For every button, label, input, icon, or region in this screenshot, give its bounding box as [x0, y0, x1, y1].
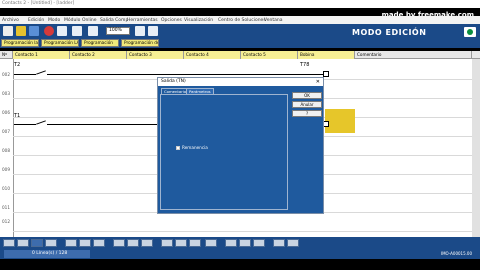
row-number: 009: [2, 167, 10, 172]
menu-visualizacion[interactable]: Visualización: [184, 18, 213, 23]
row-number: 008: [2, 148, 10, 153]
mode-label: MODO EDICIÓN: [352, 28, 427, 37]
message-icon[interactable]: [175, 239, 187, 247]
zoom-select[interactable]: 100%: [106, 27, 130, 35]
row-number: 002: [2, 72, 10, 77]
zoom-in-icon[interactable]: [135, 26, 145, 36]
row-number: 010: [2, 186, 10, 191]
dialog-panel: Remanencia: [160, 94, 288, 210]
contact-symbol[interactable]: [36, 70, 46, 75]
tab-programacion-red[interactable]: Programación de red: [121, 39, 159, 47]
bit-icon[interactable]: [225, 239, 237, 247]
io-icon[interactable]: [3, 239, 15, 247]
row-number: 011: [2, 205, 10, 210]
app-logo-icon: [464, 27, 476, 37]
menu-edicion[interactable]: Edición: [28, 18, 44, 23]
save-icon[interactable]: [29, 26, 39, 36]
dialog-title-bar: Salida (TN) ✕: [158, 78, 323, 86]
contact-label: T1: [14, 113, 21, 119]
contact-symbol[interactable]: [36, 120, 46, 125]
menu-archivo[interactable]: Archivo: [2, 18, 19, 23]
rung-wire: [14, 124, 36, 125]
tab-programacion-ladd[interactable]: Programación ladd: [1, 39, 39, 47]
power-rail: [13, 59, 14, 237]
record-icon[interactable]: [44, 26, 54, 36]
key-icon[interactable]: [253, 239, 265, 247]
menu-bar: Archivo Edición Modo Módulo Online Salid…: [0, 16, 480, 24]
status-toolbar: [0, 237, 480, 249]
pwm-icon[interactable]: [127, 239, 139, 247]
col-contacto-1: Contacto 1: [13, 51, 70, 59]
compare-icon[interactable]: [79, 239, 91, 247]
col-contacto-2: Contacto 2: [70, 51, 127, 59]
bottom-status-bar: 0 Línea(s) / 128 IMO-A00015.00: [0, 249, 480, 259]
close-icon[interactable]: ✕: [316, 78, 320, 86]
menu-ventana[interactable]: Ventana: [264, 18, 282, 23]
run-icon[interactable]: [57, 26, 67, 36]
open-icon[interactable]: [16, 26, 26, 36]
col-contacto-3: Contacto 3: [127, 51, 184, 59]
shift-icon[interactable]: [205, 239, 217, 247]
check-icon[interactable]: [72, 26, 82, 36]
new-icon[interactable]: [3, 26, 13, 36]
col-contacto-4: Contacto 4: [184, 51, 241, 59]
output-dialog: Salida (TN) ✕ Comentario Parámetros Rema…: [157, 77, 324, 214]
col-numero: Nº: [0, 51, 13, 59]
ok-button[interactable]: OK: [292, 92, 322, 99]
col-bobina: Bobina: [298, 51, 355, 59]
row-number: 012: [2, 219, 10, 224]
zoom-out-icon[interactable]: [148, 26, 158, 36]
rung-wire: [14, 74, 36, 75]
column-header: Nº Contacto 1 Contacto 2 Contacto 3 Cont…: [0, 51, 480, 59]
cancel-button[interactable]: Anular: [292, 101, 322, 108]
line-count: 0 Línea(s) / 128: [4, 250, 90, 258]
menu-modo[interactable]: Modo: [48, 18, 60, 23]
contact-icon[interactable]: [17, 239, 29, 247]
display-icon[interactable]: [93, 239, 105, 247]
menu-centro-soluciones[interactable]: Centro de Soluciones: [218, 18, 266, 23]
col-contacto-5: Contacto 5: [241, 51, 298, 59]
menu-herramientas[interactable]: Herramientas: [127, 18, 158, 23]
remanencia-label: Remanencia: [182, 145, 208, 150]
rung-wire: [47, 74, 323, 75]
row-number: 007: [2, 129, 10, 134]
row-number: 006: [2, 110, 10, 115]
letterbox: [0, 259, 480, 270]
menu-salida-comp[interactable]: Salida Comp: [100, 18, 128, 23]
clock-icon[interactable]: [113, 239, 125, 247]
menu-online[interactable]: Online: [82, 18, 97, 23]
device-ref: IMO-A00015.00: [440, 251, 472, 256]
window-title-bar: Contacts 2 - [Untitled] - [ladder]: [0, 0, 480, 8]
dialog-title: Salida (TN): [161, 79, 186, 84]
row-number: 003: [2, 91, 10, 96]
input-icon[interactable]: [273, 239, 285, 247]
program-tabs: Programación ladd Programación LADDER Pr…: [0, 38, 480, 48]
network-icon[interactable]: [161, 239, 173, 247]
selected-cell[interactable]: [325, 109, 355, 133]
help-button[interactable]: ?: [292, 110, 322, 117]
word-icon[interactable]: [239, 239, 251, 247]
menu-modulo[interactable]: Módulo: [64, 18, 80, 23]
math-icon[interactable]: [189, 239, 201, 247]
remanencia-checkbox[interactable]: [176, 146, 180, 150]
counter-icon[interactable]: [65, 239, 77, 247]
col-comentario: Comentario: [355, 51, 472, 59]
output-icon[interactable]: [287, 239, 299, 247]
coil-icon[interactable]: [31, 239, 43, 247]
window-title: Contacts 2 - [Untitled] - [ladder]: [2, 1, 75, 6]
tab-programacion[interactable]: Programación: [81, 39, 119, 47]
analog-icon[interactable]: [141, 239, 153, 247]
contact-label: T2: [14, 62, 21, 68]
timer-icon[interactable]: [45, 239, 57, 247]
coil-label: T78: [300, 62, 310, 68]
vertical-scrollbar[interactable]: [472, 59, 480, 237]
print-icon[interactable]: [88, 26, 98, 36]
menu-opciones[interactable]: Opciones: [161, 18, 182, 23]
tab-programacion-ladder[interactable]: Programación LADDER: [41, 39, 79, 47]
